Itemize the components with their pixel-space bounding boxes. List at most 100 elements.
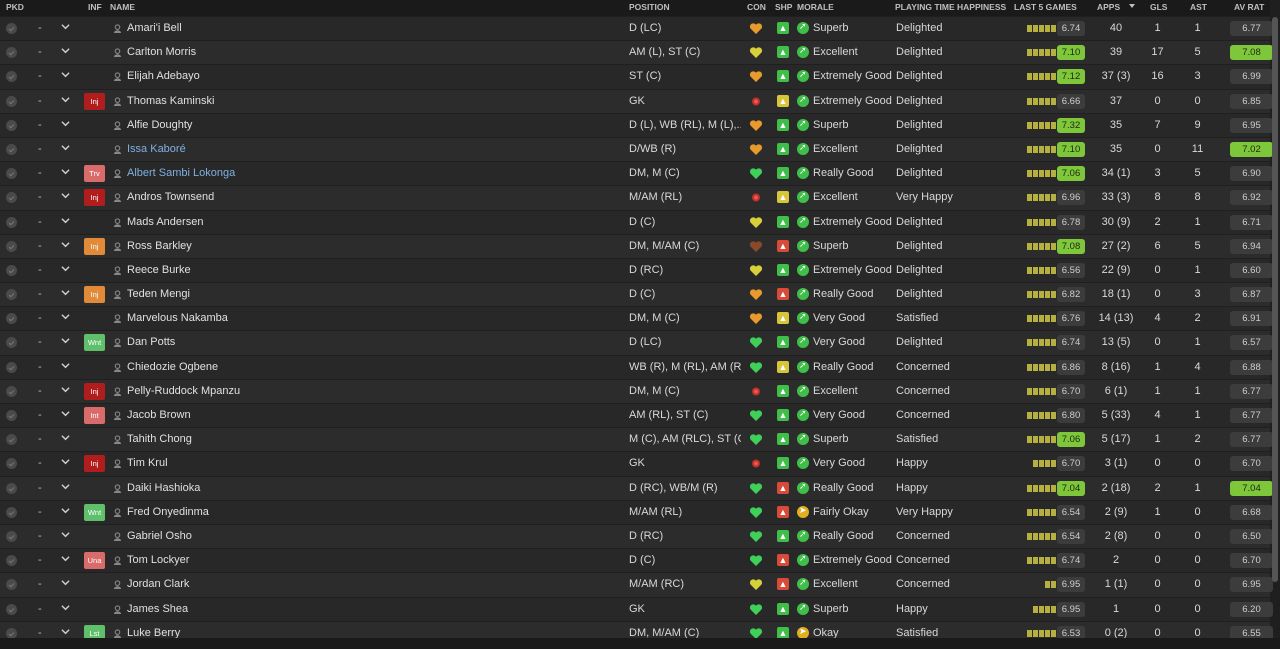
chevron-down-icon[interactable] — [61, 216, 70, 225]
table-row[interactable]: - Inj Thomas Kaminski GK ▲ ➚ Extremely G… — [0, 89, 1273, 113]
col-avrat[interactable]: AV RAT — [1234, 2, 1264, 12]
player-name[interactable]: Jordan Clark — [127, 578, 189, 590]
chevron-down-icon[interactable] — [61, 361, 70, 370]
pick-toggle[interactable] — [6, 482, 17, 494]
player-name[interactable]: Carlton Morris — [127, 46, 196, 58]
pick-toggle[interactable] — [6, 216, 17, 228]
chevron-down-icon[interactable] — [61, 506, 70, 515]
table-row[interactable]: - Alfie Doughty D (L), WB (RL), M (L),..… — [0, 113, 1273, 137]
table-row[interactable]: - Inj Teden Mengi D (C) ▲ ➚ Really Good … — [0, 283, 1273, 307]
pick-toggle[interactable] — [6, 313, 17, 325]
pick-toggle[interactable] — [6, 119, 17, 131]
col-last5[interactable]: LAST 5 GAMES — [1014, 2, 1077, 12]
player-name[interactable]: Jacob Brown — [127, 409, 191, 421]
pick-toggle[interactable] — [6, 95, 17, 107]
status-badge[interactable]: Trv — [84, 165, 105, 183]
col-ship[interactable]: SHP — [775, 2, 792, 12]
table-row[interactable]: - Wnt Dan Potts D (LC) ▲ ➚ Very Good Del… — [0, 331, 1273, 355]
table-row[interactable]: - Daiki Hashioka D (RC), WB/M (R) ▲ ➚ Re… — [0, 476, 1273, 500]
pick-toggle[interactable] — [6, 506, 17, 518]
player-name[interactable]: Elijah Adebayo — [127, 70, 200, 82]
pick-toggle[interactable] — [6, 434, 17, 446]
status-badge[interactable]: Wnt — [84, 503, 105, 521]
chevron-down-icon[interactable] — [61, 409, 70, 418]
table-row[interactable]: - James Shea GK ▲ ➚ Superb Happy 6.95 1 … — [0, 597, 1273, 621]
player-name[interactable]: Tom Lockyer — [127, 554, 189, 566]
pick-toggle[interactable] — [6, 458, 17, 470]
pick-toggle[interactable] — [6, 23, 17, 34]
pick-toggle[interactable] — [6, 603, 17, 615]
pick-toggle[interactable] — [6, 579, 17, 591]
chevron-down-icon[interactable] — [61, 578, 70, 587]
table-row[interactable]: - Int Jacob Brown AM (RL), ST (C) ▲ ➚ Ve… — [0, 404, 1273, 428]
status-badge[interactable]: Inj — [84, 237, 105, 255]
chevron-down-icon[interactable] — [61, 95, 70, 104]
chevron-down-icon[interactable] — [61, 603, 70, 612]
table-row[interactable]: - Chiedozie Ogbene WB (R), M (RL), AM (R… — [0, 355, 1273, 379]
player-name[interactable]: Alfie Doughty — [127, 119, 192, 131]
col-position[interactable]: POSITION — [629, 2, 670, 12]
player-name[interactable]: Amari'i Bell — [127, 22, 182, 34]
chevron-down-icon[interactable] — [61, 167, 70, 176]
table-row[interactable]: - Elijah Adebayo ST (C) ▲ ➚ Extremely Go… — [0, 65, 1273, 89]
pick-toggle[interactable] — [6, 240, 17, 252]
table-row[interactable]: - Inj Andros Townsend M/AM (RL) ▲ ➚ Exce… — [0, 186, 1273, 210]
player-name[interactable]: Reece Burke — [127, 264, 191, 276]
table-row[interactable]: - Tahith Chong M (C), AM (RLC), ST (C) ▲… — [0, 428, 1273, 452]
status-badge[interactable]: Inj — [84, 455, 105, 473]
table-row[interactable]: - Inj Pelly-Ruddock Mpanzu DM, M (C) ▲ ➚… — [0, 379, 1273, 403]
chevron-down-icon[interactable] — [61, 433, 70, 442]
chevron-down-icon[interactable] — [61, 264, 70, 273]
pick-toggle[interactable] — [6, 168, 17, 180]
chevron-down-icon[interactable] — [61, 385, 70, 394]
status-badge[interactable]: Inj — [84, 382, 105, 400]
col-apps[interactable]: APPS — [1097, 2, 1120, 12]
player-name[interactable]: Ross Barkley — [127, 240, 192, 252]
table-row[interactable]: - Inj Ross Barkley DM, M/AM (C) ▲ ➚ Supe… — [0, 234, 1273, 258]
pick-toggle[interactable] — [6, 143, 17, 155]
table-row[interactable]: - Amari'i Bell D (LC) ▲ ➚ Superb Delight… — [0, 17, 1273, 41]
status-badge[interactable]: Una — [84, 552, 105, 570]
player-name[interactable]: Marvelous Nakamba — [127, 312, 228, 324]
table-row[interactable]: - Trv Albert Sambi Lokonga DM, M (C) ▲ ➚… — [0, 162, 1273, 186]
chevron-down-icon[interactable] — [61, 143, 70, 152]
col-gls[interactable]: GLS — [1150, 2, 1167, 12]
player-name[interactable]: James Shea — [127, 603, 188, 615]
table-row[interactable]: - Wnt Fred Onyedinma M/AM (RL) ▲ ➤ Fairl… — [0, 500, 1273, 524]
table-row[interactable]: - Carlton Morris AM (L), ST (C) ▲ ➚ Exce… — [0, 41, 1273, 65]
player-name[interactable]: Gabriel Osho — [127, 530, 192, 542]
pick-toggle[interactable] — [6, 530, 17, 542]
player-name[interactable]: Pelly-Ruddock Mpanzu — [127, 385, 240, 397]
pick-toggle[interactable] — [6, 192, 17, 204]
chevron-down-icon[interactable] — [61, 457, 70, 466]
chevron-down-icon[interactable] — [61, 312, 70, 321]
player-name[interactable]: Tim Krul — [127, 457, 168, 469]
chevron-down-icon[interactable] — [61, 530, 70, 539]
col-pkd[interactable]: PKD — [6, 2, 24, 12]
player-name[interactable]: Issa Kaboré — [127, 143, 186, 155]
col-con[interactable]: CON — [747, 2, 766, 12]
pick-toggle[interactable] — [6, 385, 17, 397]
col-morale[interactable]: MORALE — [797, 2, 834, 12]
chevron-down-icon[interactable] — [61, 240, 70, 249]
col-playing-time[interactable]: PLAYING TIME HAPPINESS — [895, 2, 1006, 12]
chevron-down-icon[interactable] — [61, 191, 70, 200]
player-name[interactable]: Chiedozie Ogbene — [127, 361, 218, 373]
table-row[interactable]: - Inj Tim Krul GK ▲ ➚ Very Good Happy 6.… — [0, 452, 1273, 476]
status-badge[interactable]: Inj — [84, 286, 105, 304]
chevron-down-icon[interactable] — [61, 70, 70, 79]
table-row[interactable]: - Jordan Clark M/AM (RC) ▲ ➚ Excellent C… — [0, 573, 1273, 597]
table-row[interactable]: - Gabriel Osho D (RC) ▲ ➚ Really Good Co… — [0, 524, 1273, 549]
table-row[interactable]: - Reece Burke D (RC) ▲ ➚ Extremely Good … — [0, 258, 1273, 283]
player-name[interactable]: Fred Onyedinma — [127, 506, 209, 518]
status-badge[interactable]: Int — [84, 407, 105, 424]
pick-toggle[interactable] — [6, 47, 17, 59]
pick-toggle[interactable] — [6, 555, 17, 567]
player-name[interactable]: Thomas Kaminski — [127, 95, 214, 107]
player-name[interactable]: Andros Townsend — [127, 191, 214, 203]
col-ast[interactable]: AST — [1190, 2, 1207, 12]
pick-toggle[interactable] — [6, 410, 17, 421]
player-name[interactable]: Daiki Hashioka — [127, 482, 200, 494]
chevron-down-icon[interactable] — [61, 119, 70, 128]
scrollbar[interactable] — [1272, 17, 1278, 582]
